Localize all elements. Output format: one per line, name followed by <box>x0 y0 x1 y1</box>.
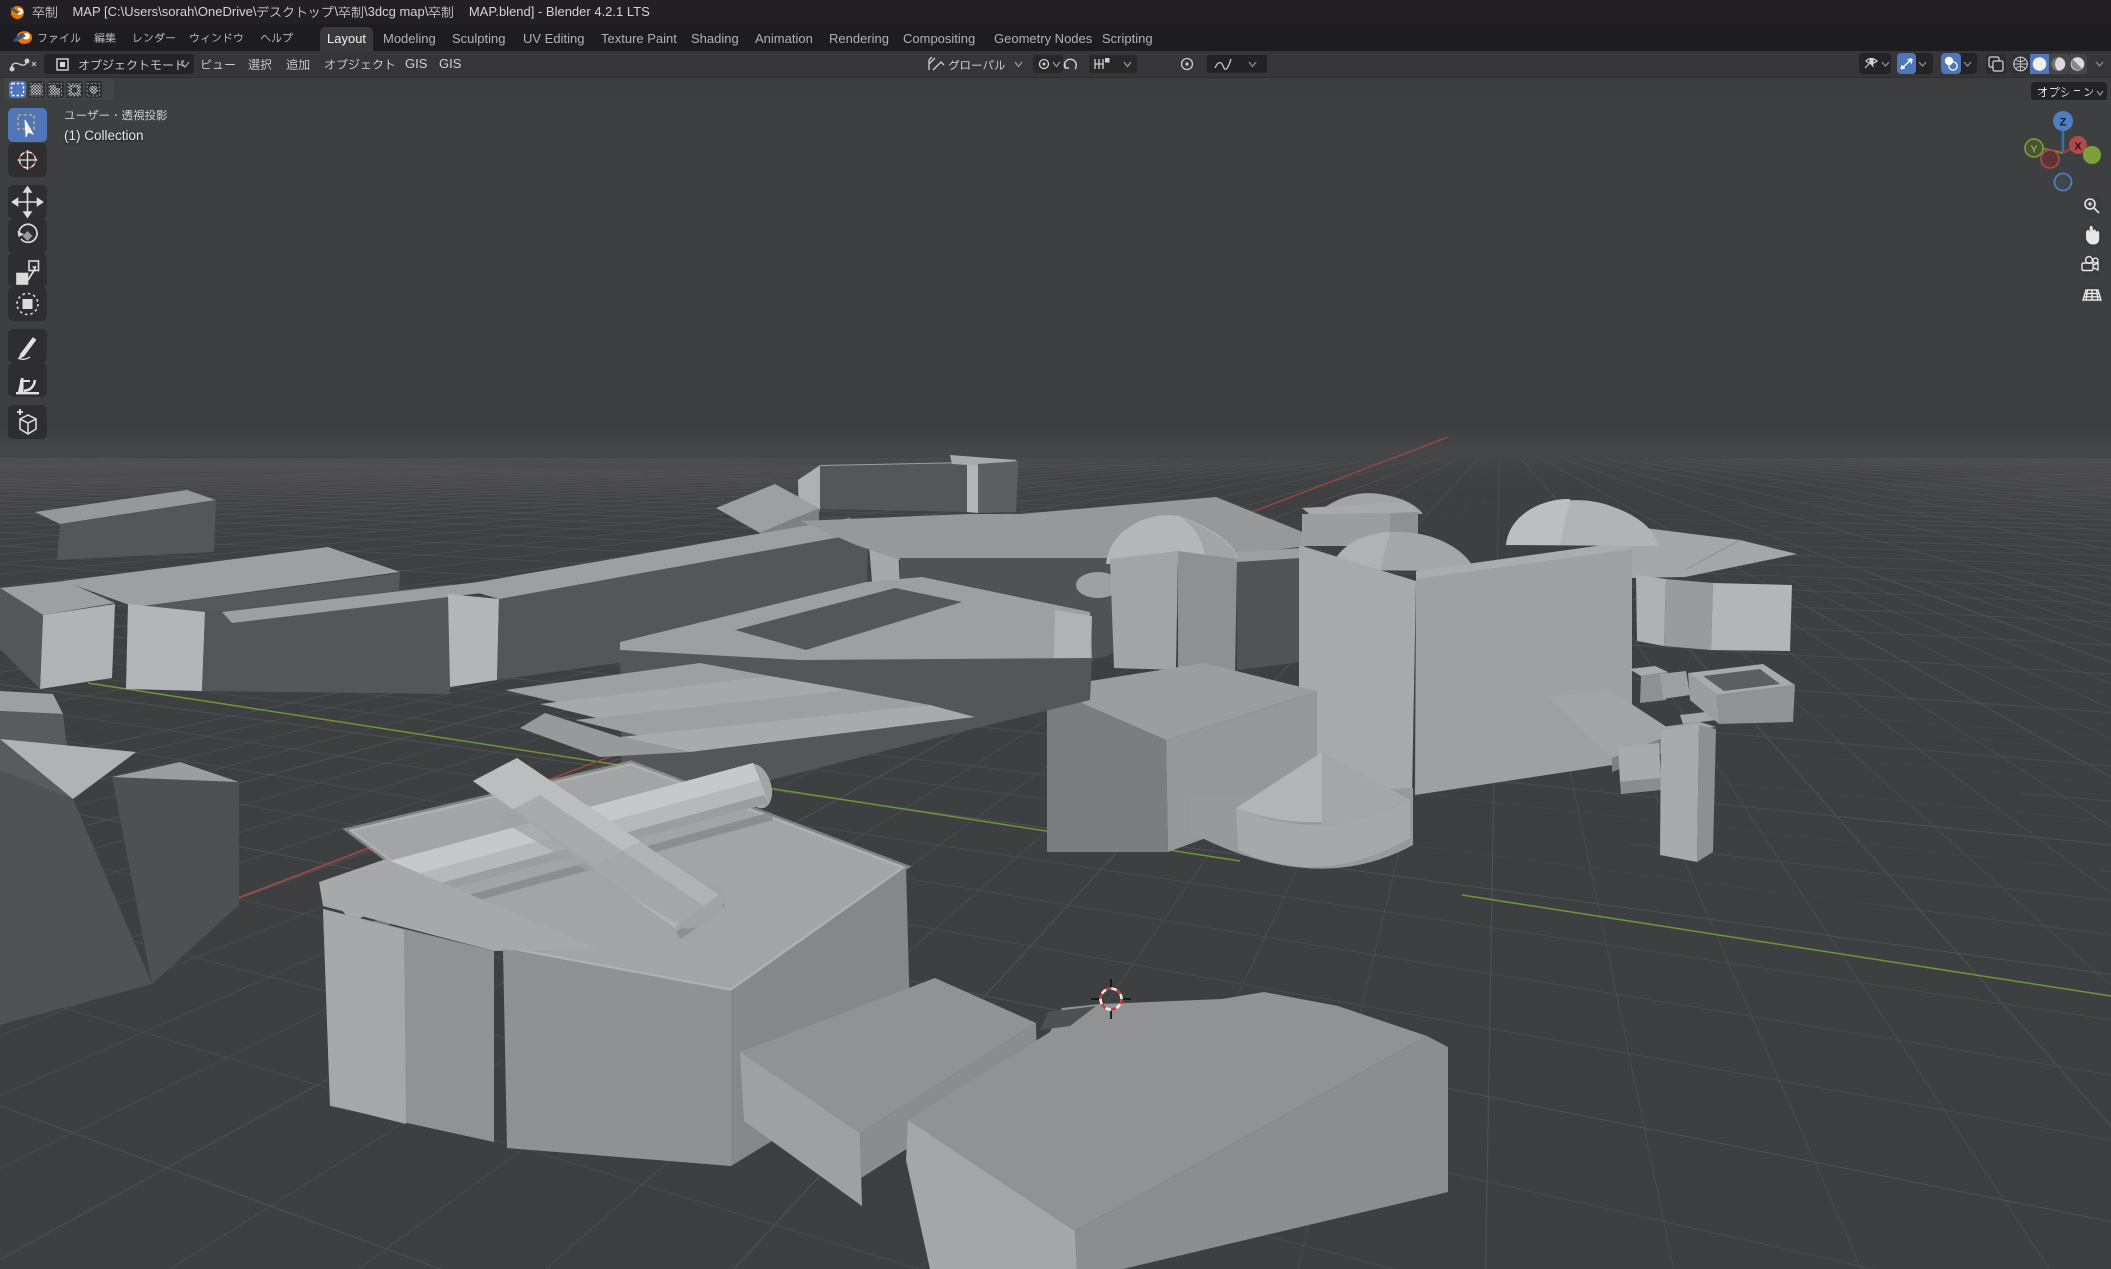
svg-text:X: X <box>2074 141 2081 153</box>
svg-text:Y: Y <box>2030 144 2037 156</box>
svg-text:Z: Z <box>2060 117 2067 129</box>
